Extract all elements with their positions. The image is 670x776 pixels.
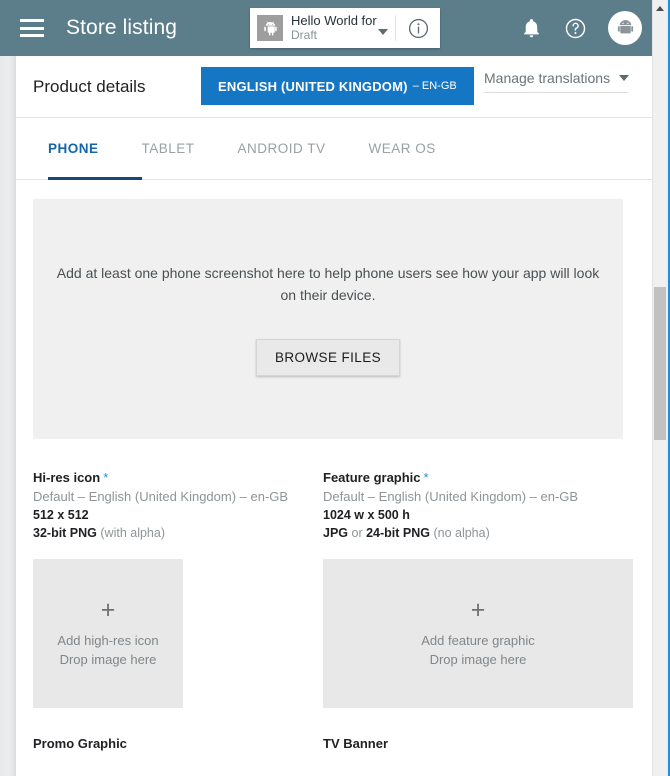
section-title: Product details (33, 76, 146, 96)
tab-phone[interactable]: PHONE (48, 118, 99, 180)
scrollbar-thumb[interactable] (654, 287, 666, 440)
dropzone-label: Add feature graphic (421, 632, 535, 648)
asset-format-bold: 32-bit PNG (33, 526, 97, 540)
plus-icon: + (470, 595, 486, 624)
required-marker: * (423, 470, 429, 485)
required-marker: * (103, 470, 109, 485)
asset-format-bold-alt: 24-bit PNG (366, 526, 430, 540)
manage-translations-label: Manage translations (484, 70, 611, 86)
dropzone-label: Add high-res icon (57, 632, 159, 648)
asset-title-text: Feature graphic (323, 470, 421, 485)
asset-format: 32-bit PNG (with alpha) (33, 526, 303, 540)
app-chip-text: Hello World for Android Draft (291, 14, 378, 43)
next-asset-row: Promo Graphic TV Banner (33, 736, 639, 751)
product-details-card: Product details ENGLISH (UNITED KINGDOM)… (15, 56, 656, 776)
asset-hi-res-icon: Hi-res icon * Default – English (United K… (33, 470, 303, 708)
scrollbar-track[interactable] (653, 16, 667, 287)
dropzone-hint: Drop image here (59, 651, 157, 667)
active-tab-indicator (48, 177, 142, 180)
language-code: – EN-GB (412, 80, 457, 92)
asset-title: Hi-res icon * (33, 470, 303, 485)
column-spacer (303, 470, 323, 708)
tab-wear-os[interactable]: WEAR OS (369, 118, 436, 180)
asset-format-bold: JPG (323, 526, 349, 540)
left-gutter (0, 56, 15, 776)
dropzone-hint: Drop image here (429, 651, 527, 667)
caret-up-icon (656, 5, 664, 11)
chevron-down-icon[interactable] (619, 75, 629, 81)
manage-translations-select[interactable]: Manage translations (484, 70, 629, 93)
asset-format-note: (no alpha) (429, 526, 490, 540)
dropzone-message: Add at least one phone screenshot here t… (56, 264, 600, 303)
android-avatar-icon[interactable] (608, 11, 642, 45)
bell-icon[interactable] (518, 15, 544, 41)
help-circle-icon[interactable] (562, 15, 588, 41)
asset-format-conjunction: or (348, 526, 367, 540)
page-scrollbar[interactable] (652, 0, 666, 776)
plus-icon: + (100, 595, 116, 624)
asset-title: Feature graphic * (323, 470, 593, 485)
hamburger-bar (20, 19, 44, 22)
hamburger-bar (20, 26, 44, 30)
asset-title-text: Promo Graphic (33, 736, 127, 751)
feature-graphic-dropzone[interactable]: + Add feature graphic Drop image here (323, 559, 633, 708)
asset-format: JPG or 24-bit PNG (no alpha) (323, 526, 593, 540)
manage-translations-row: Manage translations (484, 70, 629, 92)
hamburger-bar (20, 34, 44, 37)
asset-promo-graphic: Promo Graphic (33, 736, 303, 751)
hi-res-icon-dropzone[interactable]: + Add high-res icon Drop image here (33, 559, 183, 708)
asset-title-text: TV Banner (323, 736, 389, 751)
asset-dimensions: 1024 w x 500 h (323, 508, 410, 522)
phone-screenshot-dropzone[interactable]: Add at least one phone screenshot here t… (33, 199, 623, 439)
app-name: Hello World for Android (291, 13, 378, 28)
top-app-bar: Store listing Hello World for Android Dr… (0, 0, 656, 56)
asset-format-note: (with alpha) (96, 526, 165, 540)
tab-android-tv[interactable]: ANDROID TV (238, 118, 326, 180)
asset-dimensions: 512 x 512 (33, 508, 89, 522)
app-selector-chip[interactable]: Hello World for Android Draft (250, 8, 440, 48)
android-robot-icon (257, 15, 283, 41)
asset-default-locale: Default – English (United Kingdom) – en-… (323, 489, 579, 504)
asset-default-locale: Default – English (United Kingdom) – en-… (33, 489, 289, 504)
device-tabs: PHONE TABLET ANDROID TV WEAR OS (16, 118, 656, 180)
browse-files-button[interactable]: BROWSE FILES (255, 339, 401, 377)
browser-viewport: Store listing Hello World for Android Dr… (0, 0, 670, 776)
page-title: Store listing (66, 16, 178, 39)
chevron-down-icon[interactable] (378, 29, 388, 35)
tab-tablet[interactable]: TABLET (142, 118, 195, 180)
column-spacer (303, 736, 323, 751)
asset-columns: Hi-res icon * Default – English (United K… (33, 470, 639, 708)
asset-title-text: Hi-res icon (33, 470, 101, 485)
language-selector-button[interactable]: ENGLISH (UNITED KINGDOM) – EN-GB (201, 67, 474, 105)
select-underline (484, 92, 629, 93)
info-circle-icon[interactable] (396, 17, 440, 40)
card-header: Product details ENGLISH (UNITED KINGDOM)… (16, 56, 656, 118)
language-label: ENGLISH (UNITED KINGDOM) (218, 78, 408, 94)
appbar-icon-group (518, 0, 642, 56)
asset-feature-graphic: Feature graphic * Default – English (Unit… (323, 470, 633, 708)
card-content: Add at least one phone screenshot here t… (16, 180, 656, 775)
app-status: Draft (291, 27, 318, 42)
hamburger-menu-icon[interactable] (20, 19, 44, 37)
asset-tv-banner: TV Banner (323, 736, 593, 751)
scroll-up-button[interactable] (653, 0, 667, 16)
